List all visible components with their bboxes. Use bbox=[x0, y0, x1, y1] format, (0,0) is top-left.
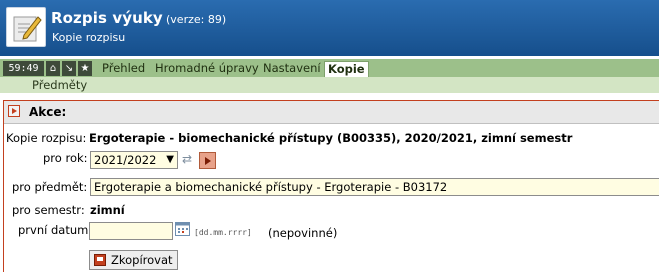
kopie-label: Kopie rozpisu: bbox=[6, 131, 87, 145]
app-header: Rozpis výuky (verze: 89) Kopie rozpisu bbox=[0, 0, 659, 56]
copy-button[interactable]: Zkopírovat bbox=[89, 250, 178, 270]
nav-bar: 59:49 ⌂ ↘ ★ Přehled Hromadné úpravy Nast… bbox=[0, 59, 659, 77]
panel-header: Akce: bbox=[4, 101, 659, 124]
calendar-icon[interactable] bbox=[175, 222, 190, 236]
subtab-predmety[interactable]: Předměty bbox=[32, 78, 87, 92]
app-title: Rozpis výuky bbox=[51, 9, 163, 27]
swap-icon[interactable]: ⇄ bbox=[182, 152, 192, 166]
star-icon[interactable]: ★ bbox=[78, 61, 92, 76]
tab-hromadne-upravy[interactable]: Hromadné úpravy bbox=[155, 61, 259, 77]
app-subtitle: Kopie rozpisu bbox=[52, 31, 126, 44]
datum-input[interactable] bbox=[89, 222, 173, 240]
semestr-label: pro semestr: bbox=[12, 203, 85, 217]
copy-button-label: Zkopírovat bbox=[111, 253, 173, 267]
next-icon[interactable] bbox=[199, 152, 216, 169]
collapse-arrow-icon[interactable] bbox=[8, 105, 20, 117]
kopie-value: Ergoterapie - biomechanické přístupy (B0… bbox=[89, 131, 573, 145]
app-version: (verze: 89) bbox=[166, 13, 227, 26]
tab-prehled[interactable]: Přehled bbox=[102, 61, 145, 77]
rok-selected-value: 2021/2022 bbox=[94, 153, 157, 167]
action-panel: Akce: Kopie rozpisu: Ergoterapie - biome… bbox=[3, 100, 659, 272]
home-icon[interactable]: ⌂ bbox=[46, 61, 60, 76]
chevron-down-icon: ▼ bbox=[166, 154, 174, 165]
rok-label: pro rok: bbox=[43, 151, 88, 165]
session-clock: 59:49 bbox=[3, 61, 44, 76]
datum-label: první datum: bbox=[18, 223, 93, 237]
tab-nastaveni[interactable]: Nastavení bbox=[263, 61, 321, 77]
subnav-bar bbox=[0, 77, 659, 93]
copy-icon bbox=[94, 254, 106, 266]
tab-kopie[interactable]: Kopie bbox=[324, 61, 369, 77]
predmet-field[interactable]: Ergoterapie a biomechanické přístupy - E… bbox=[90, 178, 659, 196]
arrow-down-right-icon[interactable]: ↘ bbox=[62, 61, 76, 76]
rok-select[interactable]: 2021/2022 ▼ bbox=[90, 151, 178, 169]
panel-title: Akce: bbox=[29, 105, 67, 119]
datum-format-hint: [dd.mm.rrrr] bbox=[194, 228, 252, 237]
edit-note-icon bbox=[6, 7, 46, 47]
predmet-label: pro předmět: bbox=[12, 180, 88, 194]
datum-optional-hint: (nepovinné) bbox=[268, 226, 338, 240]
semestr-value: zimní bbox=[90, 203, 125, 217]
